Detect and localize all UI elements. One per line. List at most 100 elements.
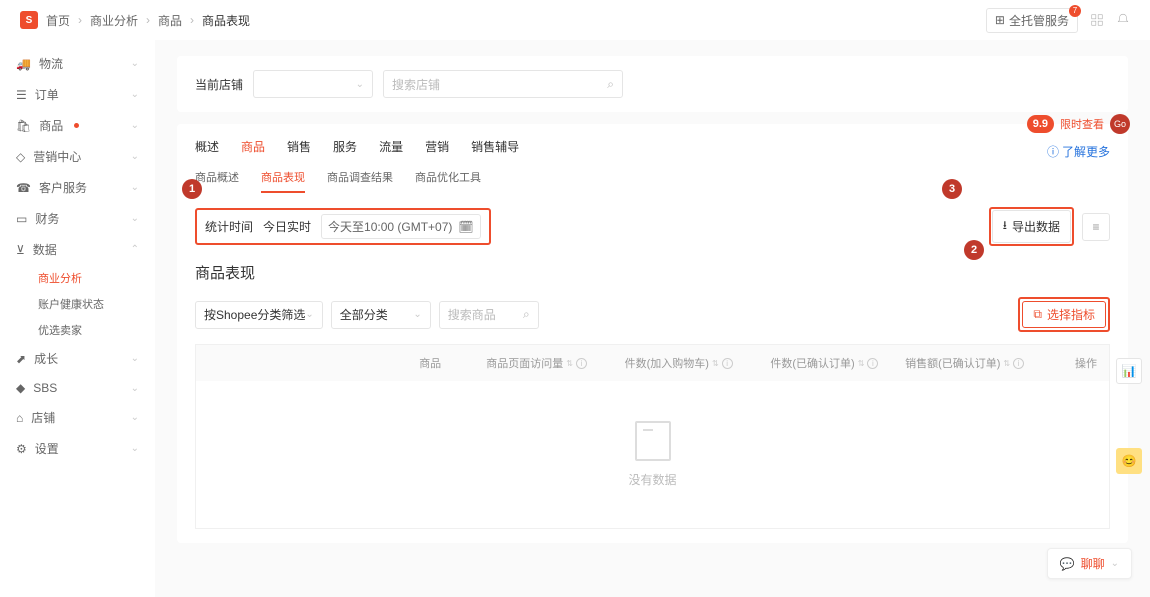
crumb-bi[interactable]: 商业分析 [90, 12, 138, 29]
search-icon: ⌕ [607, 77, 614, 92]
tab-product[interactable]: 商品 [241, 138, 265, 155]
tab-sales[interactable]: 销售 [287, 138, 311, 155]
bag-icon: 🛍 [16, 119, 31, 133]
sort-icon: ⇅ [1003, 359, 1010, 368]
chat-button[interactable]: 💬 聊聊 ⌄ [1047, 548, 1132, 579]
empty-icon [635, 421, 671, 461]
promo-banner[interactable]: 9.9 限时查看 Go [1027, 114, 1130, 134]
chevron-down-icon: ⌄ [131, 213, 139, 224]
hosted-label: 全托管服务 [1009, 12, 1069, 29]
sidebar-item-label: 成长 [34, 350, 58, 367]
more-options-button[interactable]: ≡ [1082, 213, 1110, 241]
grid-icon[interactable] [1090, 13, 1104, 27]
sidebar-item-sbs[interactable]: ◆SBS⌄ [0, 374, 155, 402]
main-tabs: 概述 商品 销售 服务 流量 营销 销售辅导 [195, 138, 519, 155]
logo-icon: S [20, 11, 38, 29]
crumb-product[interactable]: 商品 [158, 12, 182, 29]
all-category-select[interactable]: 全部分类⌄ [331, 301, 431, 329]
sidebar-item-label: 订单 [35, 86, 59, 103]
sidebar-item-label: SBS [33, 381, 57, 395]
cube-icon: ⊞ [995, 13, 1005, 27]
sidebar-sub-health[interactable]: 账户健康状态 [0, 291, 155, 317]
select-metric-button[interactable]: ⧉ 选择指标 [1022, 301, 1106, 328]
chevron-right-icon: › [78, 13, 82, 27]
learn-more-link[interactable]: ⓘ了解更多 [1047, 143, 1110, 160]
help-float-button[interactable]: 😊 [1116, 448, 1142, 474]
store-search-input[interactable]: 搜索店铺 ⌕ [383, 70, 623, 98]
hosted-service-button[interactable]: ⊞ 全托管服务 7 [986, 8, 1078, 33]
sidebar-sub-preferred[interactable]: 优选卖家 [0, 317, 155, 343]
store-select[interactable]: ⌄ [253, 70, 373, 98]
subtab-optimize[interactable]: 商品优化工具 [415, 169, 481, 193]
chevron-down-icon: ⌄ [131, 383, 139, 394]
sort-icon: ⇅ [566, 359, 573, 368]
go-button[interactable]: Go [1110, 114, 1130, 134]
store-label: 当前店铺 [195, 76, 243, 93]
sidebar-sub-bi[interactable]: 商业分析 [0, 265, 155, 291]
section-title: 商品表现 [195, 262, 1110, 283]
chevron-down-icon: ⌄ [131, 353, 139, 364]
annotation-3-icon: 3 [942, 179, 962, 199]
sidebar-item-products[interactable]: 🛍商品⌄ [0, 110, 155, 141]
col-sales[interactable]: 销售额(已确认订单)⇅i [878, 355, 1024, 371]
product-search-input[interactable]: 搜索商品⌕ [439, 301, 539, 329]
topbar: S 首页 › 商业分析 › 商品 › 商品表现 ⊞ 全托管服务 7 [0, 0, 1150, 40]
subtab-performance[interactable]: 商品表现 [261, 169, 305, 193]
metrics-float-button[interactable]: 📊 [1116, 358, 1142, 384]
sidebar-item-support[interactable]: ☎客户服务⌄ [0, 172, 155, 203]
chevron-down-icon: ⌄ [131, 443, 139, 454]
col-action: 操作 [1024, 355, 1097, 371]
tab-marketing[interactable]: 营销 [425, 138, 449, 155]
tab-traffic[interactable]: 流量 [379, 138, 403, 155]
sidebar-item-label: 店铺 [31, 409, 55, 426]
date-value: 今天至10:00 (GMT+07) [328, 218, 452, 235]
sidebar-item-data[interactable]: ⊻数据⌃ [0, 234, 155, 265]
export-button[interactable]: ⭳ 导出数据 [992, 210, 1071, 243]
sort-icon: ⇅ [858, 359, 865, 368]
placeholder-text: 搜索店铺 [392, 76, 607, 93]
header-right: ⊞ 全托管服务 7 [986, 8, 1130, 33]
sidebar-item-label: 数据 [33, 241, 57, 258]
tab-service[interactable]: 服务 [333, 138, 357, 155]
analytics-card: 概述 商品 销售 服务 流量 营销 销售辅导 ⓘ了解更多 商品 概述 商品表现 商… [177, 124, 1128, 543]
sidebar-item-logistics[interactable]: 🚚物流⌄ [0, 48, 155, 79]
export-highlight: ⭳ 导出数据 [989, 207, 1074, 246]
bell-icon[interactable] [1116, 13, 1130, 27]
truck-icon: 🚚 [16, 57, 31, 71]
grow-icon: ⬈ [16, 352, 26, 366]
main-content: 当前店铺 ⌄ 搜索店铺 ⌕ 概述 商品 销售 服务 流量 营销 销售辅导 [155, 40, 1150, 597]
info-icon: i [722, 358, 733, 369]
date-value-input[interactable]: 今天至10:00 (GMT+07) 🗓 [321, 214, 481, 239]
metric-icon: ⧉ [1033, 307, 1042, 322]
promo-99-icon: 9.9 [1027, 115, 1054, 133]
sidebar-item-orders[interactable]: ☰订单⌄ [0, 79, 155, 110]
metric-highlight: ⧉ 选择指标 [1018, 297, 1110, 332]
chevron-down-icon: ⌄ [356, 79, 364, 90]
date-label: 统计时间 [205, 218, 253, 235]
subtab-survey[interactable]: 商品调查结果 [327, 169, 393, 193]
sidebar-item-label: 客户服务 [39, 179, 87, 196]
product-table: 商品 商品页面访问量⇅i 件数(加入购物车)⇅i 件数(已确认订单)⇅i 销售额… [195, 344, 1110, 529]
download-icon: ⭳ [1003, 216, 1007, 237]
sidebar: 🚚物流⌄ ☰订单⌄ 🛍商品⌄ ◇营销中心⌄ ☎客户服务⌄ ▭财务⌄ ⊻数据⌃ 商… [0, 40, 155, 597]
sidebar-item-growth[interactable]: ⬈ 成长 ⌄ [0, 343, 155, 374]
tab-coach[interactable]: 销售辅导 [471, 138, 519, 155]
sidebar-item-finance[interactable]: ▭财务⌄ [0, 203, 155, 234]
date-range-control[interactable]: 统计时间 今日实时 今天至10:00 (GMT+07) 🗓 [195, 208, 491, 245]
chevron-down-icon: ⌄ [131, 151, 139, 162]
chevron-down-icon: ⌄ [413, 309, 421, 320]
chevron-up-icon: ⌃ [131, 244, 139, 255]
shopee-category-select[interactable]: 按Shopee分类筛选⌄ [195, 301, 323, 329]
sidebar-item-settings[interactable]: ⚙设置⌄ [0, 433, 155, 464]
col-atc[interactable]: 件数(加入购物车)⇅i [587, 355, 733, 371]
col-product: 商品 [208, 355, 441, 371]
table-header: 商品 商品页面访问量⇅i 件数(加入购物车)⇅i 件数(已确认订单)⇅i 销售额… [196, 345, 1109, 381]
col-orders[interactable]: 件数(已确认订单)⇅i [733, 355, 879, 371]
breadcrumb: S 首页 › 商业分析 › 商品 › 商品表现 [20, 11, 250, 29]
store-card: 当前店铺 ⌄ 搜索店铺 ⌕ [177, 56, 1128, 112]
tab-overview[interactable]: 概述 [195, 138, 219, 155]
col-views[interactable]: 商品页面访问量⇅i [441, 355, 587, 371]
sidebar-item-store[interactable]: ⌂店铺⌄ [0, 402, 155, 433]
crumb-home[interactable]: 首页 [46, 12, 70, 29]
sidebar-item-marketing[interactable]: ◇营销中心⌄ [0, 141, 155, 172]
